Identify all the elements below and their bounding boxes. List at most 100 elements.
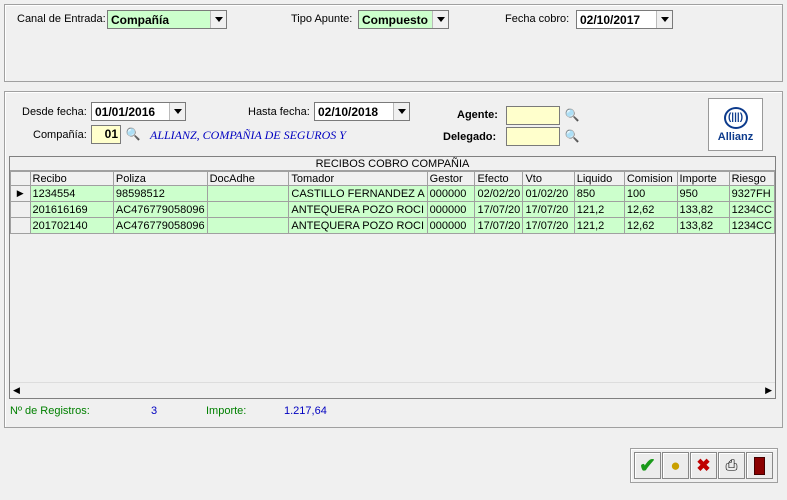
col-poliza[interactable]: Poliza	[112, 171, 208, 186]
chevron-down-icon[interactable]	[432, 11, 448, 28]
print-button[interactable]: ⎙	[718, 452, 745, 479]
cell[interactable]: AC476779058096	[112, 201, 208, 218]
cell[interactable]: 133,82	[676, 217, 730, 234]
checkmark-icon: ✔	[639, 455, 656, 477]
cell[interactable]: 201616169	[29, 201, 114, 218]
row-indicator	[10, 217, 31, 234]
cell[interactable]: 9327FH	[728, 185, 775, 202]
canal-value: Compañía	[111, 12, 170, 27]
col-tomador[interactable]: Tomador	[288, 171, 428, 186]
tipo-value: Compuesto	[362, 12, 428, 27]
cell[interactable]: AC476779058096	[112, 217, 208, 234]
fecha-cobro-value: 02/10/2017	[580, 12, 641, 27]
col-vto[interactable]: Vto	[522, 171, 575, 186]
cell[interactable]: 12,62	[623, 201, 678, 218]
grid-title: RECIBOS COBRO COMPAÑIA	[10, 157, 775, 171]
registros-value: 3	[151, 405, 158, 417]
cell[interactable]: 1234554	[29, 185, 114, 202]
allianz-logo: (|||) Allianz	[708, 98, 763, 151]
cell[interactable]	[206, 185, 290, 202]
cell[interactable]: 17/07/20	[522, 201, 575, 218]
chevron-down-icon[interactable]	[169, 103, 185, 120]
exit-button[interactable]	[746, 452, 773, 479]
scroll-left-icon[interactable]: ◀	[13, 385, 20, 396]
canal-select[interactable]: Compañía	[107, 10, 227, 29]
cell[interactable]: 950	[676, 185, 730, 202]
col-docadhe[interactable]: DocAdhe	[206, 171, 290, 186]
col-recibo[interactable]: Recibo	[29, 171, 114, 186]
col-riesgo[interactable]: Riesgo	[728, 171, 775, 186]
cell[interactable]: 121,2	[573, 201, 625, 218]
agente-field[interactable]	[506, 106, 560, 125]
cell[interactable]: 100	[623, 185, 678, 202]
grid-header: Recibo Poliza DocAdhe Tomador Gestor Efe…	[10, 171, 775, 186]
cell[interactable]: 02/02/20	[474, 185, 524, 202]
cell[interactable]: 12,62	[623, 217, 678, 234]
tipo-label: Tipo Apunte:	[291, 13, 353, 25]
chevron-down-icon[interactable]	[656, 11, 672, 28]
allianz-text: Allianz	[717, 131, 754, 143]
recibos-grid[interactable]: RECIBOS COBRO COMPAÑIA Recibo Poliza Doc…	[9, 156, 776, 399]
cell[interactable]: ANTEQUERA POZO ROCI	[288, 217, 428, 234]
accept-button[interactable]: ✔	[634, 452, 661, 479]
printer-icon: ⎙	[725, 457, 738, 474]
door-exit-icon	[754, 456, 765, 475]
row-indicator	[10, 201, 31, 218]
cell[interactable]: 17/07/20	[474, 201, 524, 218]
list-cancel-icon: ✖	[696, 455, 711, 475]
desde-value: 01/01/2016	[95, 104, 156, 119]
horizontal-scrollbar[interactable]: ◀ ▶	[10, 382, 775, 398]
cell[interactable]: ANTEQUERA POZO ROCI	[288, 201, 428, 218]
delegado-field[interactable]	[506, 127, 560, 146]
recibos-table: Recibo Poliza DocAdhe Tomador Gestor Efe…	[10, 171, 775, 234]
cell[interactable]	[206, 201, 290, 218]
chevron-down-icon[interactable]	[210, 11, 226, 28]
row-pointer-icon: ▶	[10, 185, 31, 202]
col-comision[interactable]: Comision	[623, 171, 678, 186]
scroll-right-icon[interactable]: ▶	[765, 385, 772, 396]
chevron-down-icon[interactable]	[393, 103, 409, 120]
col-efecto[interactable]: Efecto	[474, 171, 524, 186]
tipo-select[interactable]: Compuesto	[358, 10, 449, 29]
payment-button[interactable]: ●	[662, 452, 689, 479]
importe-value: 1.217,64	[284, 405, 327, 417]
cell[interactable]: 000000	[426, 217, 476, 234]
cell[interactable]: 1234CC	[728, 201, 775, 218]
compania-label: Compañía:	[33, 129, 87, 141]
cell[interactable]: 201702140	[29, 217, 114, 234]
table-row[interactable]: ▶ 1234554 98598512 CASTILLO FERNANDEZ A …	[10, 185, 775, 202]
cancel-list-button[interactable]: ✖	[690, 452, 717, 479]
cell[interactable]: 17/07/20	[474, 217, 524, 234]
cell[interactable]	[206, 217, 290, 234]
compania-code-field[interactable]: 01	[91, 125, 121, 144]
binoculars-icon[interactable]: 🔍	[564, 108, 580, 122]
table-row[interactable]: 201616169 AC476779058096 ANTEQUERA POZO …	[10, 201, 775, 218]
cell[interactable]: 17/07/20	[522, 217, 575, 234]
col-liquido[interactable]: Liquido	[573, 171, 625, 186]
binoculars-icon[interactable]: 🔍	[564, 129, 580, 143]
delegado-label: Delegado:	[443, 131, 497, 143]
cell[interactable]: 000000	[426, 185, 476, 202]
cell[interactable]: 133,82	[676, 201, 730, 218]
cell[interactable]: 850	[573, 185, 625, 202]
hasta-select[interactable]: 02/10/2018	[314, 102, 410, 121]
desde-label: Desde fecha:	[22, 106, 87, 118]
cell[interactable]: 000000	[426, 201, 476, 218]
coins-icon: ●	[670, 455, 681, 475]
fecha-cobro-label: Fecha cobro:	[505, 13, 570, 25]
cell[interactable]: CASTILLO FERNANDEZ A	[288, 185, 428, 202]
allianz-mark-icon: (|||)	[723, 107, 748, 129]
registros-label: Nº de Registros:	[10, 405, 90, 417]
binoculars-icon[interactable]: 🔍	[125, 127, 141, 141]
col-importe[interactable]: Importe	[676, 171, 730, 186]
fecha-cobro-select[interactable]: 02/10/2017	[576, 10, 673, 29]
cell[interactable]: 01/02/20	[522, 185, 575, 202]
table-row[interactable]: 201702140 AC476779058096 ANTEQUERA POZO …	[10, 217, 775, 234]
hasta-value: 02/10/2018	[318, 104, 379, 119]
col-gestor[interactable]: Gestor	[426, 171, 476, 186]
cell[interactable]: 98598512	[112, 185, 208, 202]
desde-select[interactable]: 01/01/2016	[91, 102, 186, 121]
cell[interactable]: 1234CC	[728, 217, 775, 234]
row-indicator-header	[10, 171, 31, 186]
cell[interactable]: 121,2	[573, 217, 625, 234]
